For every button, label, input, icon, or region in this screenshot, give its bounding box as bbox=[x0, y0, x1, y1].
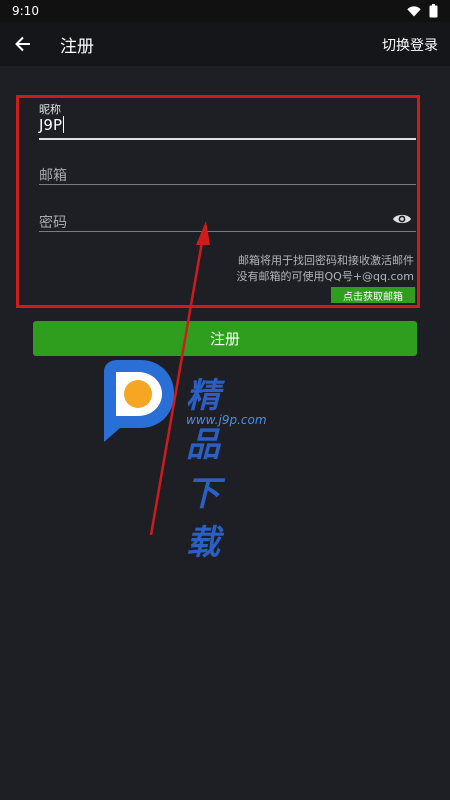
annotation-arrow bbox=[149, 221, 210, 536]
